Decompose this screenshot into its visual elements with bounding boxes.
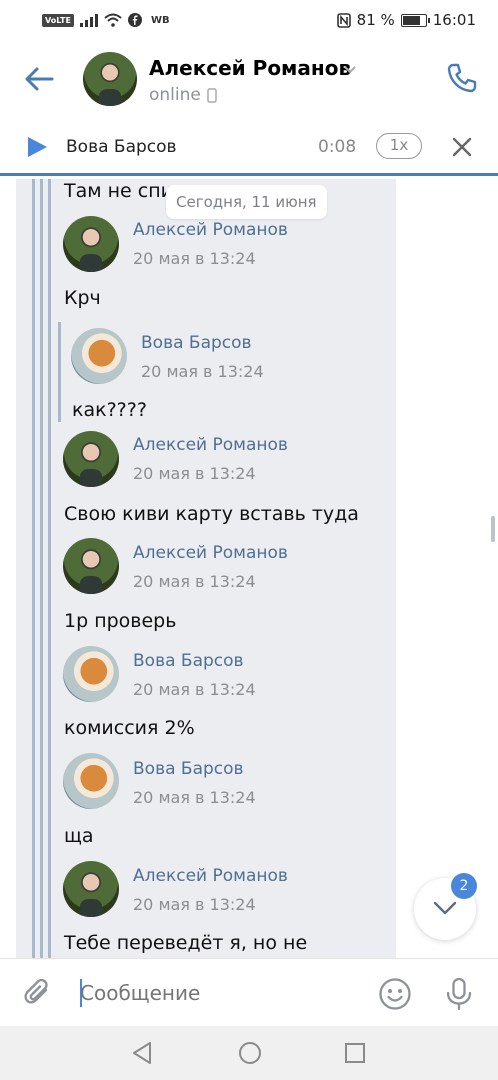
nav-home-icon[interactable] xyxy=(238,1041,262,1065)
message-date: 20 мая в 13:24 xyxy=(133,572,256,591)
wifi-icon xyxy=(104,13,122,27)
attach-icon[interactable] xyxy=(22,977,54,1009)
contact-status: online xyxy=(149,85,217,105)
message-text: Тебе переведёт я, но не xyxy=(64,932,308,954)
emoji-icon[interactable] xyxy=(378,977,412,1011)
facebook-icon xyxy=(127,13,142,27)
avatar[interactable] xyxy=(63,861,119,917)
contact-avatar[interactable] xyxy=(83,52,137,106)
phone-call-icon[interactable] xyxy=(446,62,478,94)
message-date: 20 мая в 13:24 xyxy=(133,464,256,483)
quote-bar xyxy=(58,322,61,422)
playback-speed-button[interactable]: 1x xyxy=(376,133,422,159)
battery-icon xyxy=(400,13,430,27)
status-bar: VoLTE WB 81 % 16:01 xyxy=(0,0,498,40)
close-icon[interactable] xyxy=(451,136,473,158)
compose-bar xyxy=(0,958,498,1026)
message-date: 20 мая в 13:24 xyxy=(141,362,264,381)
message-text: Крч xyxy=(64,287,101,309)
message-text: 1р проверь xyxy=(64,610,177,632)
scrollbar[interactable] xyxy=(491,516,495,542)
author-name[interactable]: Алексей Романов xyxy=(133,543,288,563)
mobile-device-icon xyxy=(207,87,217,103)
message-text: как???? xyxy=(72,399,147,421)
volte-icon: VoLTE xyxy=(42,13,74,27)
message-text: Свою киви карту вставь туда xyxy=(64,503,359,525)
date-divider: Сегодня, 11 июня xyxy=(166,185,327,219)
chevron-down-icon[interactable] xyxy=(343,62,357,76)
author-name[interactable]: Алексей Романов xyxy=(133,220,288,240)
forward-indent-line xyxy=(48,179,51,958)
player-time: 0:08 xyxy=(318,137,357,157)
message-date: 20 мая в 13:24 xyxy=(133,895,256,914)
chevron-down-icon xyxy=(433,901,457,915)
message-date: 20 мая в 13:24 xyxy=(133,249,256,268)
avatar[interactable] xyxy=(63,646,119,702)
back-arrow-icon[interactable] xyxy=(22,62,56,96)
avatar[interactable] xyxy=(63,431,119,487)
player-title[interactable]: Вова Барсов xyxy=(66,137,177,157)
author-name[interactable]: Алексей Романов xyxy=(133,866,288,886)
microphone-icon[interactable] xyxy=(444,977,474,1011)
play-icon[interactable] xyxy=(26,136,48,158)
avatar[interactable] xyxy=(63,538,119,594)
message-list[interactable]: Там не спи Сегодня, 11 июня Алексей Рома… xyxy=(0,179,498,958)
nav-recents-icon[interactable] xyxy=(344,1042,366,1064)
message-text-partial: Там не спи xyxy=(64,180,173,202)
nfc-icon xyxy=(336,12,351,28)
chat-header: Алексей Романов online xyxy=(0,40,498,120)
nav-back-icon[interactable] xyxy=(131,1041,153,1065)
message-text: ща xyxy=(64,825,94,847)
signal-icon xyxy=(79,13,98,27)
author-name[interactable]: Вова Барсов xyxy=(133,651,244,671)
unread-badge: 2 xyxy=(451,873,477,899)
avatar[interactable] xyxy=(63,753,119,809)
message-text: комиссия 2% xyxy=(64,717,195,739)
contact-name[interactable]: Алексей Романов xyxy=(149,56,351,80)
audio-player-bar: Вова Барсов 0:08 1x xyxy=(0,120,498,176)
forward-indent-line xyxy=(40,179,43,958)
forward-indent-line xyxy=(32,179,35,958)
battery-percent: 81 % xyxy=(356,11,395,29)
author-name[interactable]: Алексей Романов xyxy=(133,435,288,455)
avatar[interactable] xyxy=(71,328,127,384)
wb-icon: WB xyxy=(150,14,170,26)
message-date: 20 мая в 13:24 xyxy=(133,680,256,699)
author-name[interactable]: Вова Барсов xyxy=(141,333,252,353)
message-input[interactable] xyxy=(80,981,360,1005)
avatar[interactable] xyxy=(63,216,119,272)
message-date: 20 мая в 13:24 xyxy=(133,788,256,807)
clock: 16:01 xyxy=(432,11,476,29)
system-navigation-bar xyxy=(0,1026,498,1080)
author-name[interactable]: Вова Барсов xyxy=(133,759,244,779)
